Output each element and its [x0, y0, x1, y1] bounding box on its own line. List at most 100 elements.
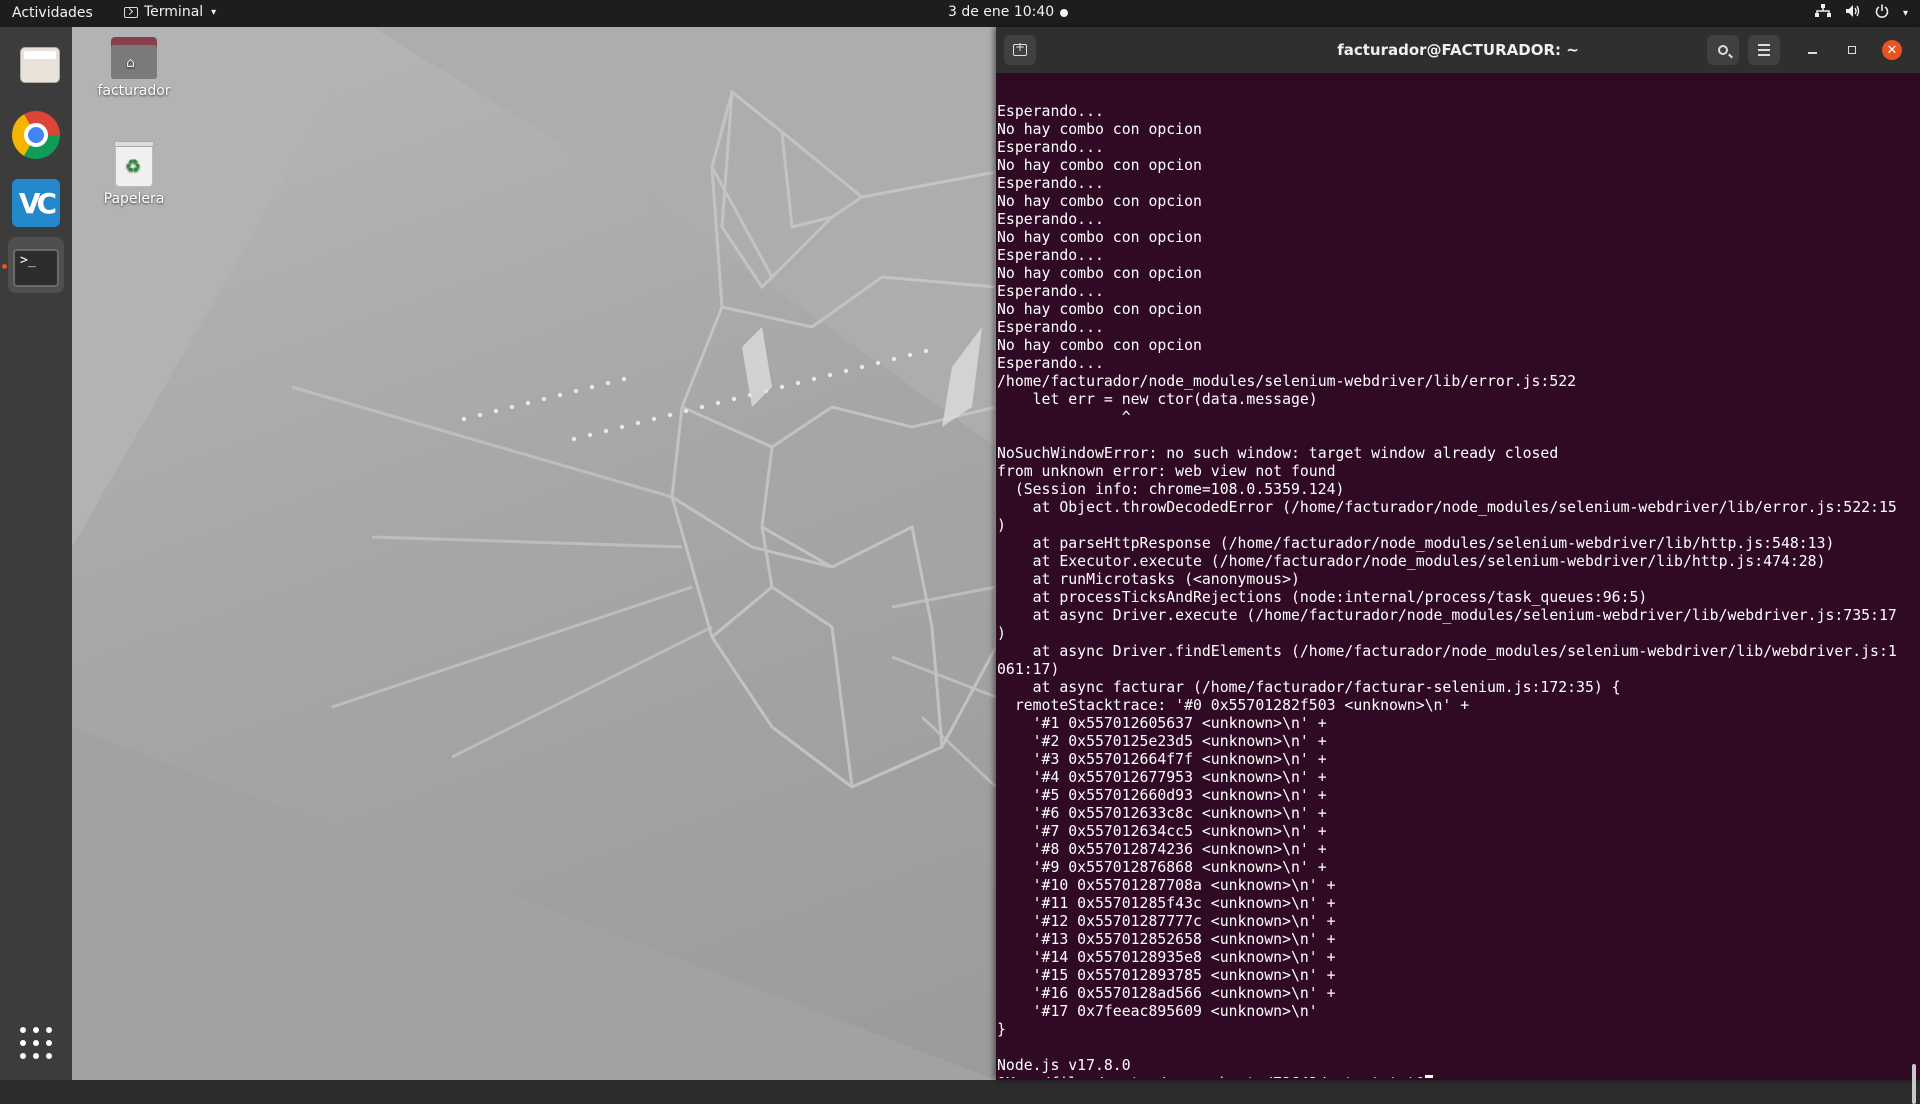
terminal-line-text: '#9 0x557012876868 <unknown>\n' +: [997, 859, 1327, 876]
terminal-line: at processTicksAndRejections (node:inter…: [997, 589, 1907, 607]
vscode-icon: VC: [12, 179, 60, 227]
dock-item-vscode[interactable]: VC: [8, 169, 64, 227]
volume-icon[interactable]: [1845, 4, 1861, 22]
terminal-line: (Session info: chrome=108.0.5359.124): [997, 481, 1907, 499]
terminal-line-text: '#15 0x557012893785 <unknown>\n' +: [997, 967, 1336, 984]
terminal-line-text: '#4 0x557012677953 <unknown>\n' +: [997, 769, 1327, 786]
terminal-line-text: No hay combo con opcion: [997, 193, 1202, 210]
terminal-line: '#4 0x557012677953 <unknown>\n' +: [997, 769, 1907, 787]
terminal-line-text: Esperando...: [997, 103, 1104, 120]
terminal-line: at Executor.execute (/home/facturador/no…: [997, 553, 1907, 571]
terminal-line: ^: [997, 409, 1907, 427]
terminal-line-text: let err = new ctor(data.message): [997, 391, 1318, 408]
terminal-icon: >_: [13, 249, 59, 287]
chrome-icon: [12, 111, 60, 159]
system-tray[interactable]: ▾: [1814, 4, 1908, 22]
running-indicator-icon: [2, 264, 7, 269]
app-menu[interactable]: Terminal ▾: [124, 4, 216, 20]
activities-button[interactable]: Actividades: [12, 5, 93, 21]
terminal-line-text: remoteStacktrace: '#0 0x55701282f503 <un…: [997, 697, 1470, 714]
terminal-line: No hay combo con opcion: [997, 301, 1907, 319]
terminal-line-text: '#8 0x557012874236 <unknown>\n' +: [997, 841, 1327, 858]
top-bar: Actividades Terminal ▾ 3 de ene 10:40 ▾: [0, 0, 1920, 27]
terminal-line-text: No hay combo con opcion: [997, 301, 1202, 318]
terminal-line: Esperando...: [997, 103, 1907, 121]
terminal-line: '#17 0x7feeac895609 <unknown>\n': [997, 1003, 1907, 1021]
window-title: facturador@FACTURADOR: ~: [1337, 41, 1579, 59]
terminal-line: Esperando...: [997, 247, 1907, 265]
terminal-line-text: 061:17): [997, 661, 1060, 678]
terminal-line-text: OK ../files/ventas/comprobante/72642/out…: [997, 1075, 1425, 1078]
terminal-line-text: at processTicksAndRejections (node:inter…: [997, 589, 1648, 606]
scrollbar[interactable]: [1912, 1064, 1916, 1104]
search-button[interactable]: [1707, 35, 1739, 65]
terminal-line: '#5 0x557012660d93 <unknown>\n' +: [997, 787, 1907, 805]
terminal-line: from unknown error: web view not found: [997, 463, 1907, 481]
desktop-icon-trash[interactable]: ♻ Papelera: [89, 141, 179, 207]
chevron-down-icon[interactable]: ▾: [1903, 8, 1908, 19]
terminal-line-text: '#2 0x5570125e23d5 <unknown>\n' +: [997, 733, 1327, 750]
desktop-icon-label: Papelera: [103, 191, 165, 207]
terminal-line: No hay combo con opcion: [997, 193, 1907, 211]
wallpaper-cat: [72, 27, 996, 1080]
terminal-line: No hay combo con opcion: [997, 337, 1907, 355]
terminal-line: Node.js v17.8.0: [997, 1057, 1907, 1075]
maximize-icon: [1848, 46, 1856, 54]
desktop-icon-home[interactable]: ⌂ facturador: [89, 37, 179, 99]
terminal-line: at async facturar (/home/facturador/fact…: [997, 679, 1907, 697]
trash-icon: ♻: [114, 141, 154, 187]
app-menu-label: Terminal: [144, 4, 204, 20]
hamburger-icon: [1758, 44, 1770, 46]
terminal-line: ): [997, 625, 1907, 643]
terminal-line: '#7 0x557012634cc5 <unknown>\n' +: [997, 823, 1907, 841]
minimize-button[interactable]: [1796, 35, 1828, 65]
terminal-header-bar[interactable]: facturador@FACTURADOR: ~ ✕: [996, 27, 1920, 73]
terminal-line: '#9 0x557012876868 <unknown>\n' +: [997, 859, 1907, 877]
power-icon[interactable]: [1875, 4, 1889, 22]
terminal-line-text: '#12 0x55701287777c <unknown>\n' +: [997, 913, 1336, 930]
maximize-button[interactable]: [1836, 35, 1868, 65]
terminal-line-text: '#7 0x557012634cc5 <unknown>\n' +: [997, 823, 1327, 840]
terminal-line: Esperando...: [997, 355, 1907, 373]
terminal-line-text: '#14 0x5570128935e8 <unknown>\n' +: [997, 949, 1336, 966]
terminal-line-text: Esperando...: [997, 211, 1104, 228]
terminal-line-text: '#10 0x55701287708a <unknown>\n' +: [997, 877, 1336, 894]
terminal-line: at async Driver.findElements (/home/fact…: [997, 643, 1907, 661]
terminal-line-text: Esperando...: [997, 283, 1104, 300]
dock-item-files[interactable]: [8, 35, 64, 91]
network-icon[interactable]: [1814, 4, 1831, 22]
terminal-line: '#3 0x557012664f7f <unknown>\n' +: [997, 751, 1907, 769]
close-button[interactable]: ✕: [1876, 35, 1908, 65]
menu-button[interactable]: [1748, 35, 1780, 65]
files-icon: [20, 47, 60, 83]
dock-item-terminal[interactable]: >_: [8, 237, 64, 293]
terminal-line: remoteStacktrace: '#0 0x55701282f503 <un…: [997, 697, 1907, 715]
terminal-line: let err = new ctor(data.message): [997, 391, 1907, 409]
terminal-line: No hay combo con opcion: [997, 265, 1907, 283]
dock-item-chrome[interactable]: [8, 101, 64, 159]
terminal-output[interactable]: Esperando... No hay combo con opcion Esper…: [997, 73, 1907, 1078]
dock: VC >_: [0, 27, 72, 1080]
terminal-small-icon: [124, 6, 138, 18]
desktop[interactable]: ⌂ facturador ♻ Papelera: [72, 27, 996, 1080]
terminal-window[interactable]: facturador@FACTURADOR: ~ ✕ Esperando...N…: [996, 27, 1920, 1104]
terminal-line: '#10 0x55701287708a <unknown>\n' +: [997, 877, 1907, 895]
terminal-line: /home/facturador/node_modules/selenium-w…: [997, 373, 1907, 391]
clock[interactable]: 3 de ene 10:40: [948, 4, 1054, 20]
terminal-line-text: ): [997, 625, 1006, 642]
terminal-line: '#14 0x5570128935e8 <unknown>\n' +: [997, 949, 1907, 967]
terminal-line-text: '#17 0x7feeac895609 <unknown>\n': [997, 1003, 1318, 1020]
terminal-line: '#15 0x557012893785 <unknown>\n' +: [997, 967, 1907, 985]
terminal-line-text: NoSuchWindowError: no such window: targe…: [997, 445, 1559, 462]
terminal-line-text: at async Driver.execute (/home/facturado…: [997, 607, 1897, 624]
terminal-line-text: '#11 0x55701285f43c <unknown>\n' +: [997, 895, 1336, 912]
show-applications-button[interactable]: [20, 1027, 52, 1059]
desktop-icon-label: facturador: [97, 83, 171, 99]
terminal-line: '#8 0x557012874236 <unknown>\n' +: [997, 841, 1907, 859]
terminal-line: at Object.throwDecodedError (/home/factu…: [997, 499, 1907, 517]
terminal-line: Esperando...: [997, 319, 1907, 337]
terminal-line: at parseHttpResponse (/home/facturador/n…: [997, 535, 1907, 553]
terminal-line: '#13 0x557012852658 <unknown>\n' +: [997, 931, 1907, 949]
